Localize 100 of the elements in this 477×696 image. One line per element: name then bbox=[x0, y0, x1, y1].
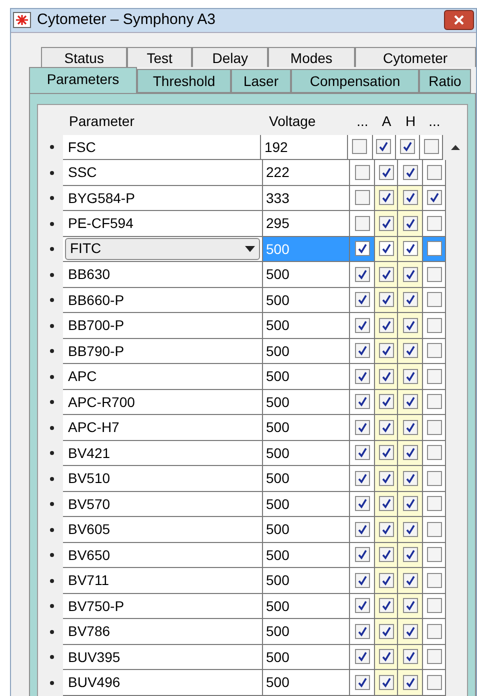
tab[interactable]: Cytometer bbox=[354, 46, 476, 66]
checkbox[interactable] bbox=[402, 318, 418, 333]
checkbox[interactable] bbox=[354, 266, 370, 282]
checkbox[interactable] bbox=[402, 649, 418, 664]
checkbox[interactable] bbox=[354, 190, 370, 206]
checkbox[interactable] bbox=[354, 292, 370, 308]
checkbox[interactable] bbox=[402, 470, 418, 486]
checkbox[interactable] bbox=[426, 572, 442, 588]
checkbox[interactable] bbox=[354, 572, 370, 588]
checkbox[interactable] bbox=[376, 139, 392, 154]
checkbox[interactable] bbox=[378, 598, 394, 614]
checkbox[interactable] bbox=[354, 368, 370, 384]
checkbox[interactable] bbox=[354, 164, 370, 180]
parameter-dropdown[interactable]: FITC bbox=[65, 238, 260, 260]
checkbox[interactable] bbox=[402, 572, 418, 588]
checkbox[interactable] bbox=[354, 624, 370, 639]
tab[interactable]: Laser bbox=[231, 68, 291, 92]
checkbox[interactable] bbox=[354, 522, 370, 537]
checkbox[interactable] bbox=[402, 445, 418, 460]
checkbox[interactable] bbox=[378, 164, 394, 180]
checkbox[interactable] bbox=[352, 139, 368, 154]
checkbox[interactable] bbox=[378, 394, 394, 410]
checkbox[interactable] bbox=[354, 496, 370, 512]
checkbox[interactable] bbox=[354, 470, 370, 486]
checkbox[interactable] bbox=[426, 522, 442, 537]
checkbox[interactable] bbox=[402, 547, 418, 562]
checkbox[interactable] bbox=[402, 394, 418, 410]
checkbox[interactable] bbox=[378, 522, 394, 537]
tab[interactable]: Test bbox=[127, 46, 192, 66]
checkbox[interactable] bbox=[354, 547, 370, 562]
tab[interactable]: Modes bbox=[268, 46, 355, 66]
checkbox[interactable] bbox=[378, 445, 394, 460]
checkbox[interactable] bbox=[378, 190, 394, 206]
checkbox[interactable] bbox=[402, 420, 418, 435]
checkbox[interactable] bbox=[402, 598, 418, 614]
checkbox[interactable] bbox=[402, 368, 418, 384]
checkbox[interactable] bbox=[426, 368, 442, 384]
checkbox[interactable] bbox=[378, 572, 394, 588]
checkbox[interactable] bbox=[426, 292, 442, 308]
checkbox[interactable] bbox=[354, 420, 370, 435]
checkbox[interactable] bbox=[402, 164, 418, 180]
checkbox[interactable] bbox=[424, 139, 439, 154]
checkbox[interactable] bbox=[354, 445, 370, 460]
checkbox[interactable] bbox=[402, 292, 418, 308]
checkbox[interactable] bbox=[354, 216, 370, 231]
tab[interactable]: Parameters bbox=[29, 66, 137, 92]
tab[interactable]: Ratio bbox=[419, 68, 471, 92]
checkbox[interactable] bbox=[426, 241, 442, 256]
checkbox[interactable] bbox=[402, 496, 418, 512]
checkbox[interactable] bbox=[378, 496, 394, 512]
checkbox[interactable] bbox=[354, 343, 370, 358]
checkbox[interactable] bbox=[402, 674, 418, 690]
checkbox[interactable] bbox=[400, 139, 415, 154]
checkbox[interactable] bbox=[354, 241, 370, 256]
checkbox[interactable] bbox=[402, 624, 418, 639]
checkbox[interactable] bbox=[426, 445, 442, 460]
checkbox[interactable] bbox=[402, 241, 418, 256]
checkbox[interactable] bbox=[378, 624, 394, 639]
checkbox[interactable] bbox=[426, 266, 442, 282]
checkbox[interactable] bbox=[378, 266, 394, 282]
close-button[interactable] bbox=[444, 10, 474, 30]
tab[interactable]: Status bbox=[41, 46, 128, 66]
checkbox[interactable] bbox=[354, 674, 370, 690]
checkbox[interactable] bbox=[426, 420, 442, 435]
checkbox[interactable] bbox=[402, 343, 418, 358]
checkbox[interactable] bbox=[426, 624, 442, 639]
checkbox[interactable] bbox=[426, 318, 442, 333]
checkbox[interactable] bbox=[354, 649, 370, 664]
checkbox[interactable] bbox=[378, 674, 394, 690]
checkbox[interactable] bbox=[402, 190, 418, 206]
checkbox[interactable] bbox=[378, 420, 394, 435]
checkbox[interactable] bbox=[426, 190, 442, 206]
checkbox[interactable] bbox=[378, 547, 394, 562]
checkbox[interactable] bbox=[354, 318, 370, 333]
checkbox[interactable] bbox=[426, 649, 442, 664]
tab[interactable]: Delay bbox=[192, 46, 268, 66]
tab[interactable]: Threshold bbox=[137, 68, 231, 92]
checkbox[interactable] bbox=[426, 216, 442, 231]
checkbox[interactable] bbox=[402, 522, 418, 537]
checkbox[interactable] bbox=[402, 216, 418, 231]
scroll-up-icon[interactable] bbox=[450, 144, 460, 150]
checkbox[interactable] bbox=[426, 547, 442, 562]
checkbox[interactable] bbox=[354, 394, 370, 410]
checkbox[interactable] bbox=[378, 343, 394, 358]
checkbox[interactable] bbox=[378, 368, 394, 384]
checkbox[interactable] bbox=[426, 164, 442, 180]
checkbox[interactable] bbox=[426, 496, 442, 512]
checkbox[interactable] bbox=[402, 266, 418, 282]
checkbox[interactable] bbox=[354, 598, 370, 614]
tab[interactable]: Compensation bbox=[291, 68, 419, 92]
checkbox[interactable] bbox=[426, 470, 442, 486]
checkbox[interactable] bbox=[378, 292, 394, 308]
checkbox[interactable] bbox=[426, 598, 442, 614]
checkbox[interactable] bbox=[426, 343, 442, 358]
checkbox[interactable] bbox=[378, 649, 394, 664]
checkbox[interactable] bbox=[378, 470, 394, 486]
checkbox[interactable] bbox=[378, 216, 394, 231]
checkbox[interactable] bbox=[426, 394, 442, 410]
checkbox[interactable] bbox=[426, 674, 442, 690]
checkbox[interactable] bbox=[378, 318, 394, 333]
